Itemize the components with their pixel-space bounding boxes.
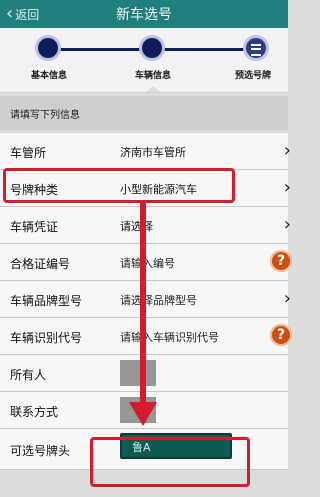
- arrow-down-icon: [129, 402, 157, 426]
- page-title: 新车选号: [116, 7, 172, 23]
- help-icon[interactable]: ?: [270, 250, 292, 272]
- row-label: 可选号牌头: [10, 444, 71, 458]
- current-step-indicator: [146, 86, 160, 92]
- masked-owner-value: [120, 360, 156, 386]
- form-hint-text: 请填写下列信息: [10, 110, 80, 121]
- row-plate-prefix: 可选号牌头 鲁A: [0, 429, 288, 470]
- row-label: 合格证编号: [10, 257, 71, 271]
- step-label-preselect-plate: 预选号牌: [234, 71, 271, 81]
- step-label-basic-info: 基本信息: [30, 71, 67, 81]
- certificate-number-input[interactable]: 请输入编号: [120, 255, 175, 271]
- row-label: 车辆品牌型号: [10, 294, 83, 308]
- step-connector: [48, 48, 146, 51]
- chevron-right-icon: ›: [283, 288, 291, 309]
- row-value: 小型新能源汽车: [120, 183, 197, 196]
- step-connector: [155, 48, 250, 51]
- help-icon[interactable]: ?: [270, 324, 292, 346]
- chevron-right-icon: ›: [283, 214, 291, 235]
- row-value: 济南市车管所: [120, 146, 186, 159]
- top-navbar: ‹ 返回 新车选号: [0, 0, 288, 28]
- row-label: 联系方式: [10, 405, 59, 419]
- plate-prefix-select[interactable]: 鲁A: [120, 433, 232, 459]
- form-hint: 请填写下列信息: [0, 96, 288, 130]
- annotation-arrow: [140, 201, 146, 406]
- step-list-icon: [246, 38, 266, 58]
- brand-model-select[interactable]: 请选择品牌型号: [120, 292, 197, 308]
- row-label: 车管所: [10, 146, 47, 160]
- step-progress: 基本信息 车辆信息 预选号牌: [0, 28, 288, 93]
- step-current-icon: [142, 38, 162, 58]
- step-completed-icon: [38, 38, 58, 58]
- row-vehicle-office[interactable]: 车管所 济南市车管所 ›: [0, 133, 291, 170]
- chevron-right-icon: ›: [283, 140, 291, 161]
- row-label: 车辆识别代号: [10, 331, 83, 345]
- row-label: 号牌种类: [10, 183, 59, 197]
- row-label: 所有人: [10, 368, 47, 382]
- step-label-vehicle-info: 车辆信息: [134, 71, 171, 81]
- vin-input[interactable]: 请输入车辆识别代号: [120, 329, 219, 345]
- row-label: 车辆凭证: [10, 220, 59, 234]
- row-value: 请选择: [120, 220, 153, 233]
- chevron-right-icon: ›: [283, 177, 291, 198]
